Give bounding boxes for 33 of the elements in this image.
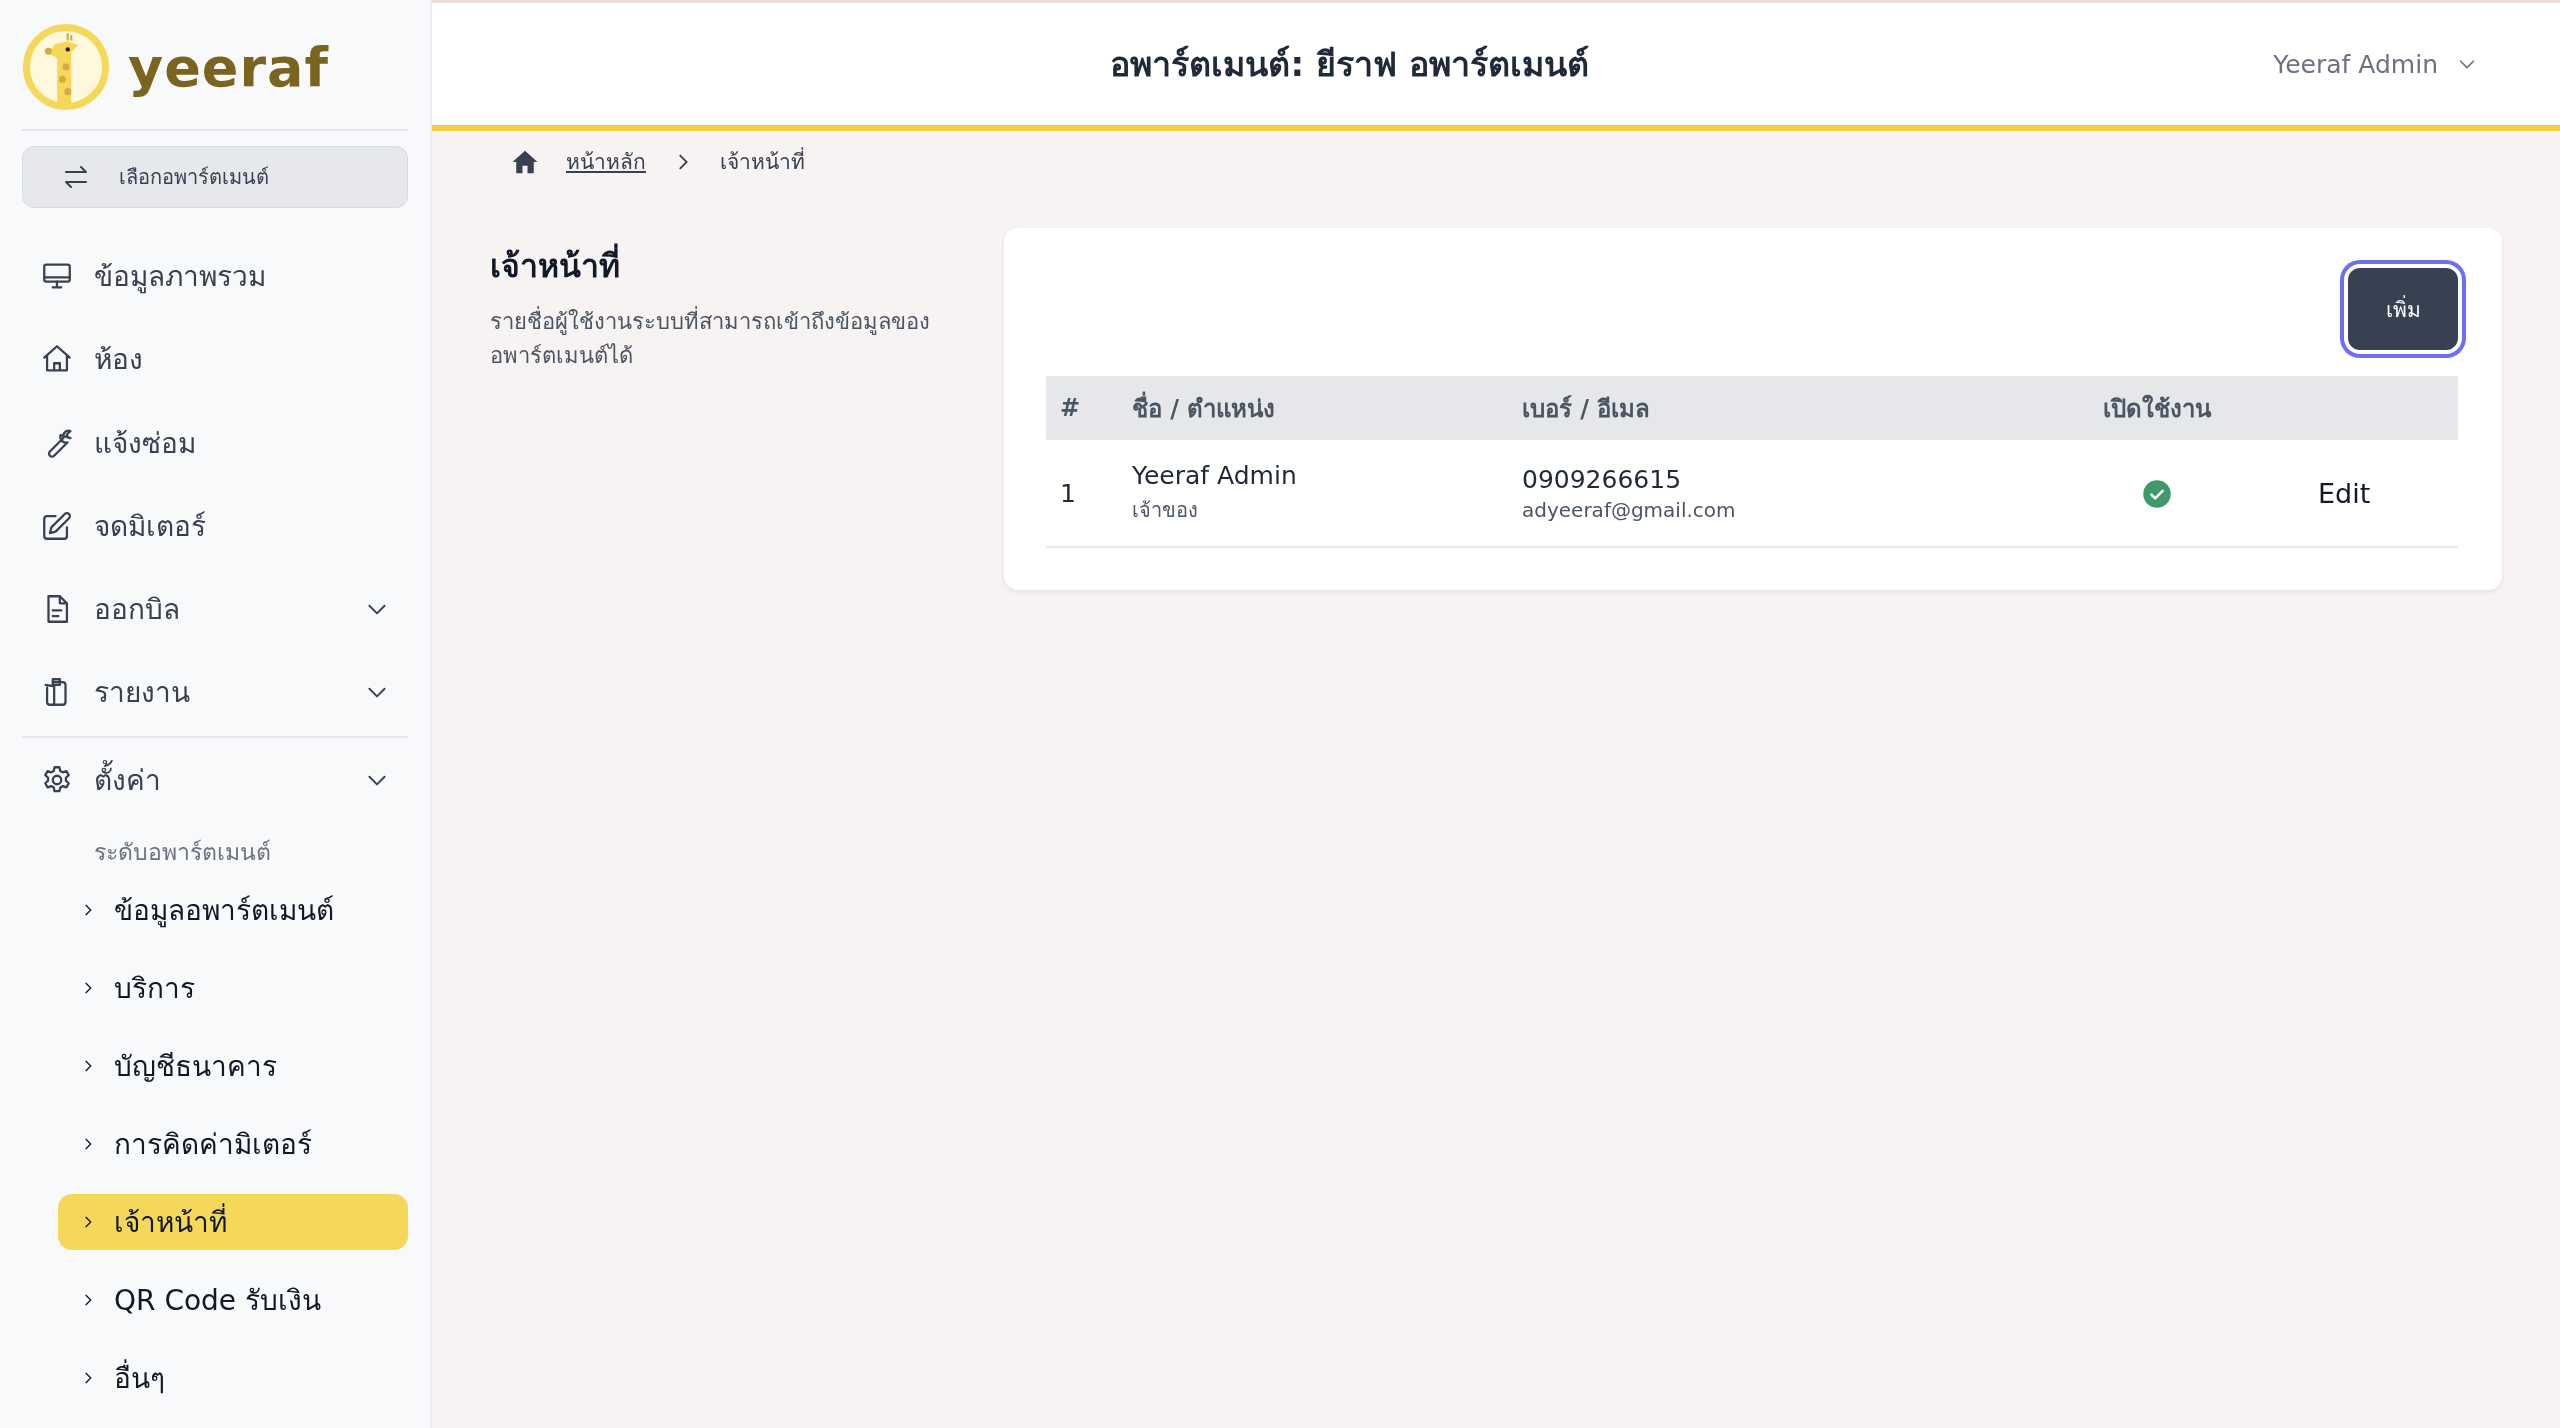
logo-text: yeeraf <box>128 35 329 99</box>
staff-name: Yeeraf Admin <box>1132 460 1298 490</box>
section-label: ระดับอพาร์ตเมนต์ <box>93 837 272 867</box>
sidebar-item[interactable]: ตั้งค่า <box>22 738 408 822</box>
breadcrumb-link[interactable]: หน้าหลัก <box>566 145 646 178</box>
sidebar-item[interactable]: จดมิเตอร์ <box>22 484 408 568</box>
sidebar-item[interactable]: ออกบิล <box>22 567 408 651</box>
column-header: # <box>1060 394 1081 422</box>
sidebar-item[interactable]: ข้อมูลภาพรวม <box>22 234 408 318</box>
breadcrumb-current: เจ้าหน้าที่ <box>720 145 805 178</box>
row-number: 1 <box>1060 478 1076 508</box>
sidebar-item[interactable]: รายงาน <box>22 650 408 734</box>
section-description: รายชื่อผู้ใช้งานระบบที่สามารถเข้าถึงข้อมูลของอพาร์ตเมนต์ได้ <box>490 305 960 374</box>
apartment-switcher-button[interactable]: เลือกอพาร์ตเมนต์ <box>22 145 408 208</box>
column-header: เปิดใช้งาน <box>2103 394 2211 423</box>
sidebar-subitem[interactable]: บัญชีธนาคาร <box>58 1037 408 1094</box>
sidebar-subitem[interactable]: ข้อมูลอพาร์ตเมนต์ <box>58 881 408 938</box>
giraffe-logo-icon <box>22 23 110 112</box>
user-menu[interactable]: Yeeraf Admin <box>2267 48 2484 80</box>
staff-role: เจ้าของ <box>1132 496 1199 524</box>
staff-phone: 0909266615 <box>1522 464 1683 494</box>
staff-email: adyeeraf@gmail.com <box>1522 497 1737 522</box>
section-title: เจ้าหน้าที่ <box>490 240 960 291</box>
sidebar-subitem[interactable]: เจ้าหน้าที่ <box>58 1193 408 1250</box>
sidebar-subitem[interactable]: QR Code รับเงิน <box>58 1271 408 1328</box>
sidebar-item[interactable]: แจ้งซ่อม <box>22 400 408 485</box>
edit-link[interactable]: Edit <box>2312 477 2371 509</box>
column-header: เบอร์ / อีเมล <box>1522 394 1651 423</box>
sidebar-subitem[interactable]: บริการ <box>58 959 408 1016</box>
page-title: อพาร์ตเมนต์: ยีราฟ อพาร์ตเมนต์ <box>1110 44 1589 84</box>
sidebar-subitem[interactable]: อื่นๆ <box>58 1349 408 1406</box>
sidebar-item[interactable]: ห้อง <box>22 317 408 401</box>
sidebar-subitem[interactable]: การคิดค่ามิเตอร์ <box>58 1115 408 1172</box>
